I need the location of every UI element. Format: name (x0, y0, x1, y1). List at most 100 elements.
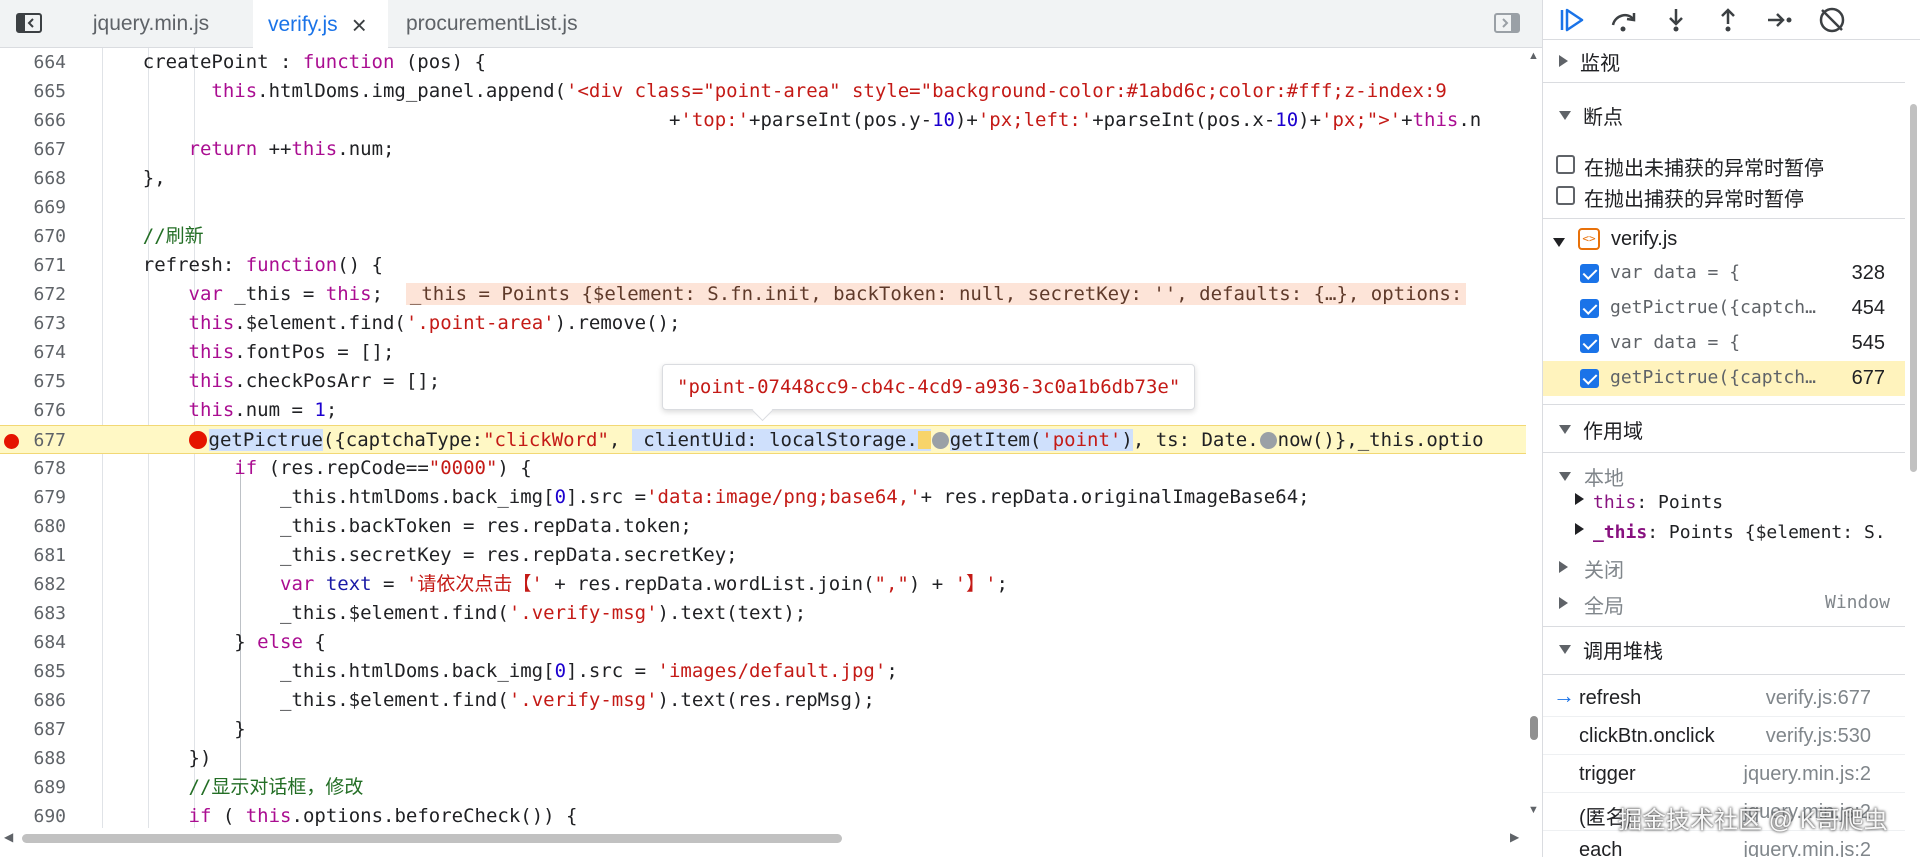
code-line[interactable]: 672 var _this = this; _this = Points {$e… (0, 280, 1526, 309)
pause-uncaught-checkbox[interactable] (1556, 155, 1575, 174)
scope-local-toggle[interactable] (1559, 468, 1571, 486)
call-frame[interactable]: clickBtn.onclick verify.js:530 (1543, 717, 1905, 755)
divider (1543, 674, 1905, 675)
expanded-triangle-icon (1559, 110, 1571, 120)
step-over-button[interactable] (1609, 5, 1639, 35)
call-frame-current[interactable]: → refresh verify.js:677 (1543, 679, 1905, 717)
code-line[interactable]: 679 _this.htmlDoms.back_img[0].src ='dat… (0, 483, 1526, 512)
code-editor[interactable]: 664 createPoint : function (pos) { 665 t… (0, 48, 1542, 828)
scope-closure-toggle[interactable] (1559, 560, 1568, 578)
code-line[interactable]: 690 if ( this.options.beforeCheck()) { (0, 802, 1526, 828)
line-number: 679 (33, 487, 66, 508)
code-line[interactable]: 673 this.$element.find('.point-area').re… (0, 309, 1526, 338)
frame-location: verify.js:677 (1765, 687, 1871, 709)
step-into-button[interactable] (1661, 5, 1691, 35)
scope-global-toggle[interactable] (1559, 596, 1568, 614)
scope-value: Points (1658, 492, 1724, 513)
code-text: this.$element.find('.point-area').remove… (188, 312, 681, 334)
line-number: 677 (33, 430, 66, 451)
line-number: 690 (33, 806, 66, 827)
scroll-right-icon[interactable]: ▶ (1510, 830, 1519, 844)
scrollbar-thumb[interactable] (1910, 104, 1917, 472)
code-line[interactable]: 688 }) (0, 744, 1526, 773)
current-execution-line[interactable]: 677 getPictrue({captchaType:"clickWord",… (0, 425, 1526, 454)
code-line[interactable]: 685 _this.htmlDoms.back_img[0].src = 'im… (0, 657, 1526, 686)
code-line[interactable]: 681 _this.secretKey = res.repData.secret… (0, 541, 1526, 570)
section-watch[interactable]: 监视 (1543, 46, 1905, 76)
section-breakpoints[interactable]: 断点 (1543, 100, 1905, 130)
code-line[interactable]: 671 refresh: function() { (0, 251, 1526, 280)
code-line[interactable]: 674 this.fontPos = []; (0, 338, 1526, 367)
section-call-stack[interactable]: 调用堆栈 (1543, 634, 1905, 664)
code-line[interactable]: 670 //刷新 (0, 222, 1526, 251)
toggle-navigator-icon[interactable] (14, 10, 44, 36)
code-line[interactable]: 680 _this.backToken = res.repData.token; (0, 512, 1526, 541)
scope-this-toggle[interactable] (1575, 492, 1584, 510)
inline-breakpoint[interactable] (931, 432, 949, 449)
code-line[interactable]: 669 (0, 193, 1526, 222)
step-out-button[interactable] (1713, 5, 1743, 35)
scroll-down-icon[interactable]: ▼ (1528, 804, 1539, 816)
breakpoint-checkbox[interactable] (1580, 299, 1599, 318)
breakpoint-line: 677 (1851, 367, 1885, 389)
close-icon[interactable]: × (352, 12, 367, 38)
breakpoint-checkbox[interactable] (1580, 369, 1599, 388)
scope-this-row[interactable]: this: Points (1593, 492, 1723, 513)
line-number: 683 (33, 603, 66, 624)
breakpoint-item[interactable]: getPictrue({captch… 454 (1543, 291, 1905, 326)
code-text: var _this = this; _this = Points {$eleme… (97, 280, 1467, 309)
breakpoint-item-active[interactable]: getPictrue({captch… 677 (1543, 361, 1905, 396)
tab-jquery-min-js[interactable]: jquery.min.js (58, 0, 244, 48)
code-line[interactable]: 678 if (res.repCode=="0000") { (0, 454, 1526, 483)
editor-horizontal-scrollbar[interactable]: ◀ ▶ (0, 828, 1542, 848)
file-expanded-icon[interactable] (1553, 234, 1565, 252)
breakpoint-checkbox[interactable] (1580, 334, 1599, 353)
scroll-up-icon[interactable]: ▲ (1528, 50, 1539, 62)
tab-verify-js[interactable]: verify.js × (253, 0, 388, 49)
deactivate-breakpoints-button[interactable] (1817, 5, 1847, 35)
scrollbar-thumb[interactable] (22, 834, 842, 843)
breakpoint-item[interactable]: var data = {328 (1543, 256, 1905, 291)
code-line[interactable]: 664 createPoint : function (pos) { (0, 48, 1526, 77)
breakpoint-checkbox[interactable] (1580, 264, 1599, 283)
section-title: 监视 (1580, 52, 1620, 75)
line-number: 675 (33, 371, 66, 392)
tab-procurement-list-js[interactable]: procurementList.js (392, 0, 602, 48)
scroll-left-icon[interactable]: ◀ (4, 830, 13, 844)
step-button[interactable] (1765, 5, 1795, 35)
expanded-triangle-icon (1559, 424, 1571, 434)
toggle-debugger-icon[interactable] (1492, 10, 1522, 36)
inline-breakpoint[interactable] (188, 431, 207, 449)
code-line[interactable]: 683 _this.$element.find('.verify-msg').t… (0, 599, 1526, 628)
collapsed-triangle-icon (1559, 55, 1568, 67)
line-number: 672 (33, 284, 66, 305)
code-line[interactable]: 689 //显示对话框，修改 (0, 773, 1526, 802)
scope-_this-toggle[interactable] (1575, 522, 1584, 540)
inline-breakpoint[interactable] (1259, 432, 1277, 449)
editor-vertical-scrollbar[interactable]: ▲ ▼ (1526, 48, 1542, 828)
scope-_this-row[interactable]: _this: Points {$element: S. (1593, 522, 1886, 543)
scope-local-label: 本地 (1584, 468, 1624, 490)
code-line[interactable]: 665 this.htmlDoms.img_panel.append('<div… (0, 77, 1526, 106)
line-number: 664 (33, 52, 66, 73)
code-line[interactable]: 686 _this.$element.find('.verify-msg').t… (0, 686, 1526, 715)
scrollbar-thumb[interactable] (1530, 716, 1538, 740)
code-line[interactable]: 667 return ++this.num; (0, 135, 1526, 164)
breakpoint-item[interactable]: var data = {545 (1543, 326, 1905, 361)
panel-vertical-scrollbar[interactable] (1905, 40, 1920, 857)
code-line[interactable]: 687 } (0, 715, 1526, 744)
code-line[interactable]: 684 } else { (0, 628, 1526, 657)
code-line[interactable]: 682 var text = '请依次点击【' + res.repData.wo… (0, 570, 1526, 599)
resume-button[interactable] (1557, 5, 1587, 35)
call-frame[interactable]: trigger jquery.min.js:2 (1543, 755, 1905, 793)
scope-global-value: Window (1825, 592, 1891, 613)
line-number: 668 (33, 168, 66, 189)
code-line[interactable]: 666 +'top:'+parseInt(pos.y-10)+'px;left:… (0, 106, 1526, 135)
editor-tab-bar: jquery.min.js verify.js × procurementLis… (0, 0, 1542, 49)
code-text: +'top:'+parseInt(pos.y-10)+'px;left:'+pa… (97, 109, 1482, 131)
code-line[interactable]: 668 }, (0, 164, 1526, 193)
code-text: //刷新 (142, 225, 204, 247)
pause-caught-checkbox[interactable] (1556, 186, 1575, 205)
breakpoint-code: var data = { (1610, 332, 1741, 353)
section-scope[interactable]: 作用域 (1543, 414, 1905, 444)
